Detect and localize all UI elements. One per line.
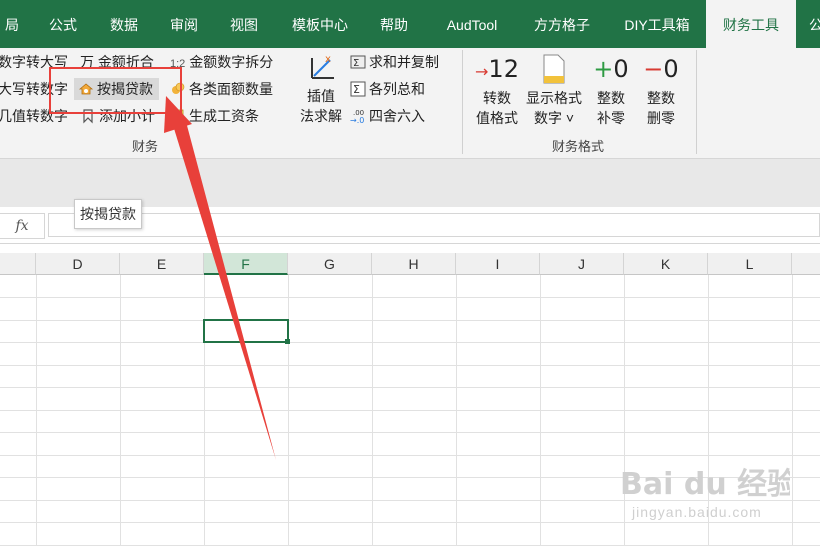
baidu-watermark-url: jingyan.baidu.com (632, 504, 762, 520)
baidu-watermark-logo: Bai du 经验 (620, 462, 797, 510)
watermark-logo-text: Bai du 经验 (620, 467, 790, 502)
arrow-head (164, 96, 192, 133)
arrow-shaft (172, 118, 276, 460)
